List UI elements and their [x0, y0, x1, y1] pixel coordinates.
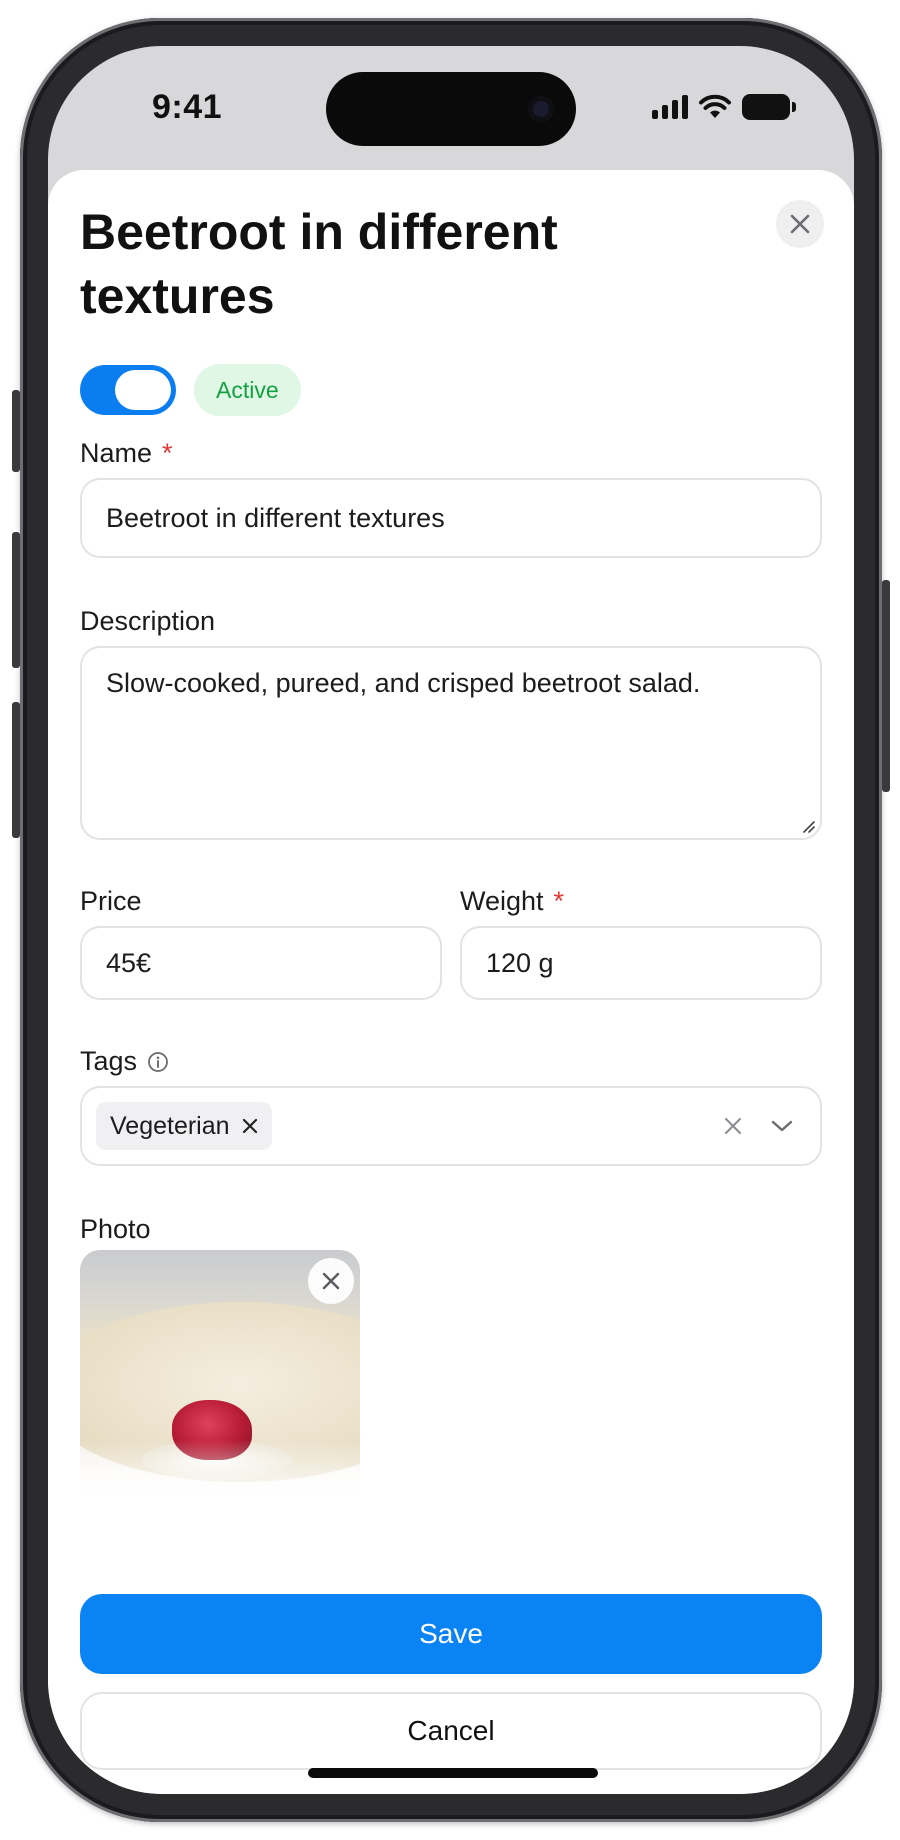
status-row: Active: [80, 364, 301, 416]
description-value: Slow-cooked, pureed, and crisped beetroo…: [106, 668, 701, 698]
close-icon[interactable]: [242, 1118, 258, 1134]
camera-icon: [528, 96, 554, 122]
price-field[interactable]: 45€: [80, 926, 442, 1000]
power-button: [882, 580, 890, 792]
tag-chip: Vegeterian: [96, 1102, 272, 1150]
weight-field[interactable]: 120 g: [460, 926, 822, 1000]
name-label: Name *: [80, 438, 173, 469]
status-icons: [652, 94, 796, 120]
weight-value: 120 g: [486, 947, 554, 978]
weight-label-text: Weight: [460, 886, 544, 916]
dish-photo: [80, 1250, 360, 1500]
required-marker: *: [162, 438, 173, 468]
clear-icon[interactable]: [724, 1117, 742, 1135]
name-field[interactable]: Beetroot in different textures: [80, 478, 822, 558]
photo-label: Photo: [80, 1214, 151, 1245]
status-badge: Active: [194, 364, 301, 416]
active-toggle[interactable]: [80, 365, 176, 415]
price-value: 45€: [106, 947, 152, 978]
dynamic-island: [326, 72, 576, 146]
save-button[interactable]: Save: [80, 1594, 822, 1674]
tags-label: Tags: [80, 1046, 169, 1077]
close-icon: [322, 1272, 340, 1290]
cancel-button[interactable]: Cancel: [80, 1692, 822, 1770]
remove-photo-button[interactable]: [308, 1258, 354, 1304]
price-label-text: Price: [80, 886, 142, 916]
required-marker: *: [553, 886, 565, 916]
price-label: Price: [80, 886, 142, 917]
tag-actions: [724, 1088, 794, 1164]
status-time: 9:41: [152, 88, 223, 126]
name-label-text: Name: [80, 438, 153, 468]
tag-chip-label: Vegeterian: [110, 1111, 230, 1140]
photo-label-text: Photo: [80, 1214, 151, 1244]
screen: 9:41 Beetroot in different textures Acti…: [48, 46, 854, 1794]
description-label-text: Description: [80, 606, 216, 636]
tags-label-text: Tags: [80, 1046, 138, 1076]
cellular-signal-icon: [652, 95, 688, 119]
resize-handle-icon[interactable]: [800, 818, 816, 834]
wifi-icon: [699, 94, 731, 118]
sheet-title: Beetroot in different textures: [80, 204, 558, 324]
info-icon[interactable]: [147, 1051, 169, 1073]
toggle-knob: [115, 370, 171, 410]
battery-icon: [742, 94, 796, 120]
close-icon: [790, 214, 810, 234]
weight-label: Weight *: [460, 886, 564, 917]
chevron-down-icon[interactable]: [770, 1118, 794, 1134]
close-button[interactable]: [776, 200, 824, 248]
volume-down-button: [12, 702, 20, 838]
tags-select[interactable]: Vegeterian: [80, 1086, 822, 1166]
volume-up-button: [12, 532, 20, 668]
name-value: Beetroot in different textures: [106, 502, 445, 533]
edit-dish-sheet: Beetroot in different textures Active Na…: [48, 170, 854, 1794]
description-field[interactable]: Slow-cooked, pureed, and crisped beetroo…: [80, 646, 822, 840]
action-button: [12, 390, 20, 472]
description-label: Description: [80, 606, 215, 637]
home-indicator: [308, 1768, 598, 1778]
